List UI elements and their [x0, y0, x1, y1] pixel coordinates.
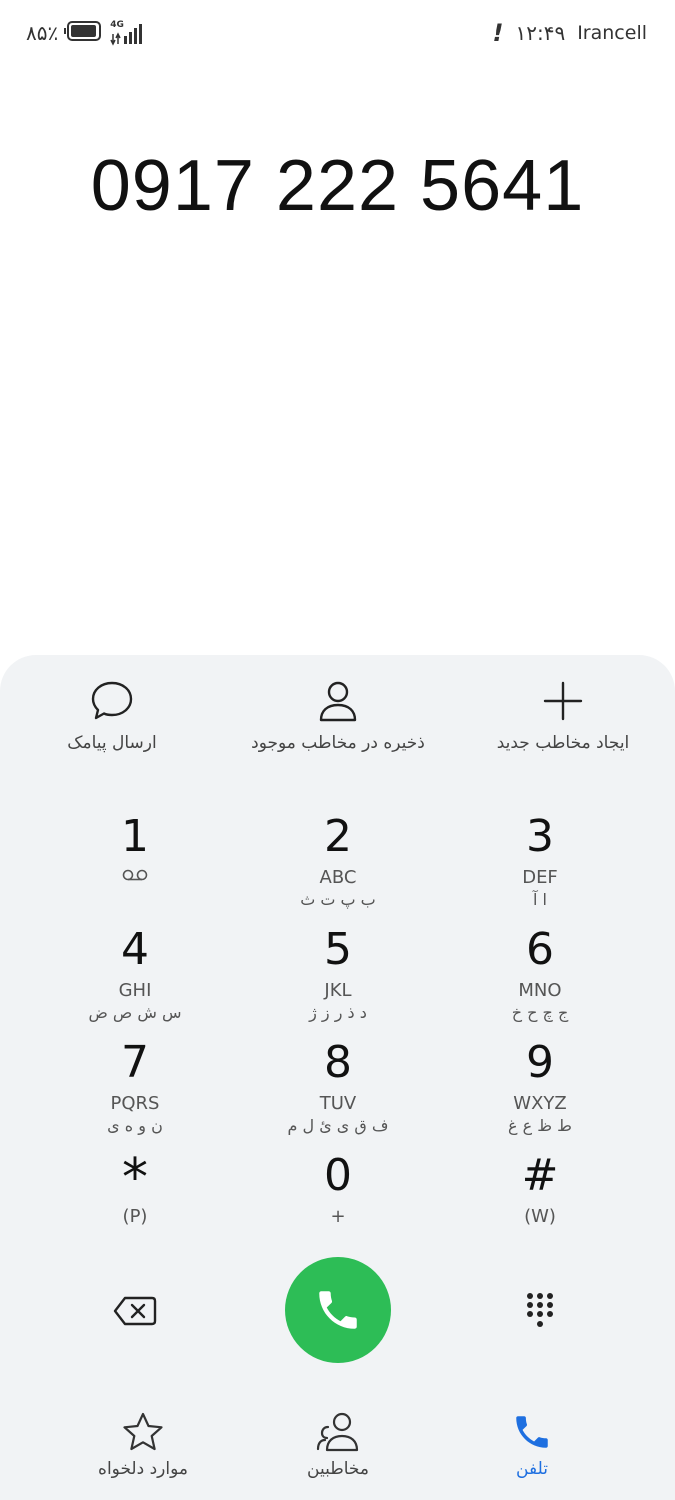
key-persian-letters: ا آ: [533, 890, 547, 909]
dialpad-icon: [527, 1293, 553, 1327]
key-letters: +: [330, 1206, 346, 1227]
key-letters: (P): [122, 1206, 148, 1227]
phone-icon: [319, 1291, 357, 1329]
call-button[interactable]: [285, 1257, 391, 1363]
key-persian-letters: ج چ ح خ: [511, 1003, 569, 1022]
key-digit: 1: [121, 811, 149, 862]
key-letters: GHI: [118, 980, 152, 1001]
phone-icon: [516, 1416, 548, 1448]
key-digit: #: [521, 1150, 559, 1201]
battery-percent: ۸۵٪: [26, 21, 59, 45]
key-digit: *: [122, 1152, 148, 1200]
status-bar: ۸۵٪ 4G ! ۱۲:۴۹ Irancell: [0, 0, 675, 66]
key-8[interactable]: 8 TUV ف ق ی ئ ل م: [238, 1039, 438, 1147]
message-bubble-icon: [91, 681, 133, 720]
create-new-contact-button[interactable]: ایجاد مخاطب جدید: [453, 679, 673, 753]
carrier-name: Irancell: [577, 22, 647, 44]
key-hash[interactable]: # (W): [440, 1152, 640, 1260]
key-4[interactable]: 4 GHI س ش ص ض: [35, 926, 235, 1034]
alert-icon: !: [492, 19, 504, 47]
tab-favorites[interactable]: موارد دلخواه: [43, 1411, 243, 1479]
key-digit: 6: [526, 924, 554, 975]
person-icon: [319, 681, 357, 722]
send-sms-label: ارسال پیامک: [67, 733, 157, 753]
key-persian-letters: ب پ ت ث: [300, 890, 376, 909]
contacts-icon: [316, 1412, 359, 1452]
key-letters: ABC: [319, 867, 357, 888]
key-persian-letters: ط ظ ع غ: [508, 1116, 572, 1135]
key-letters: (W): [524, 1206, 556, 1227]
dialer-panel: ارسال پیامک ذخیره در مخاطب موجود ایجاد م…: [0, 655, 675, 1500]
key-letters: DEF: [522, 867, 558, 888]
key-9[interactable]: 9 WXYZ ط ظ ع غ: [440, 1039, 640, 1147]
key-letters: MNO: [518, 980, 562, 1001]
hide-keypad-button[interactable]: [510, 1283, 570, 1339]
key-persian-letters: د ذ ر ز ژ: [309, 1003, 367, 1022]
tab-contacts-label: مخاطبین: [307, 1459, 369, 1479]
key-letters: PQRS: [110, 1093, 160, 1114]
key-letters: JKL: [324, 980, 352, 1001]
key-3[interactable]: 3 DEF ا آ: [440, 813, 640, 921]
key-6[interactable]: 6 MNO ج چ ح خ: [440, 926, 640, 1034]
key-1[interactable]: 1: [35, 813, 235, 921]
key-digit: 9: [526, 1037, 554, 1088]
key-digit: 5: [324, 924, 352, 975]
backspace-icon: [113, 1296, 157, 1326]
tab-phone-label: تلفن: [516, 1459, 548, 1479]
key-7[interactable]: 7 PQRS ن و ه ی: [35, 1039, 235, 1147]
key-letters: TUV: [319, 1093, 357, 1114]
create-new-contact-label: ایجاد مخاطب جدید: [496, 733, 630, 753]
key-digit: 3: [526, 811, 554, 862]
tab-contacts[interactable]: مخاطبین: [238, 1411, 438, 1479]
key-digit: 8: [324, 1037, 352, 1088]
key-persian-letters: ن و ه ی: [107, 1116, 163, 1135]
key-digit: 4: [121, 924, 149, 975]
key-digit: 2: [324, 811, 352, 862]
key-letters: WXYZ: [513, 1093, 567, 1114]
key-persian-letters: س ش ص ض: [88, 1003, 182, 1022]
send-sms-button[interactable]: ارسال پیامک: [2, 679, 222, 753]
key-persian-letters: ف ق ی ئ ل م: [287, 1116, 389, 1135]
key-star[interactable]: * (P): [35, 1152, 235, 1260]
star-icon: [123, 1412, 163, 1451]
clock: ۱۲:۴۹: [515, 21, 566, 45]
key-0[interactable]: 0 +: [238, 1152, 438, 1260]
add-to-existing-contact-button[interactable]: ذخیره در مخاطب موجود: [228, 679, 448, 753]
dialed-number[interactable]: 0917 222 5641: [0, 145, 675, 227]
backspace-button[interactable]: [105, 1283, 165, 1339]
battery-icon: [64, 20, 104, 46]
tab-phone[interactable]: تلفن: [432, 1411, 632, 1479]
tab-favorites-label: موارد دلخواه: [98, 1459, 188, 1479]
voicemail-icon: [35, 867, 235, 886]
signal-icon: 4G: [110, 20, 144, 46]
plus-icon: [543, 681, 583, 721]
key-digit: 0: [324, 1150, 352, 1201]
status-left: ۸۵٪ 4G: [26, 18, 144, 48]
key-2[interactable]: 2 ABC ب پ ت ث: [238, 813, 438, 921]
status-right: ! ۱۲:۴۹ Irancell: [493, 18, 647, 48]
key-digit: 7: [121, 1037, 149, 1088]
key-5[interactable]: 5 JKL د ذ ر ز ژ: [238, 926, 438, 1034]
add-to-existing-contact-label: ذخیره در مخاطب موجود: [251, 733, 425, 753]
